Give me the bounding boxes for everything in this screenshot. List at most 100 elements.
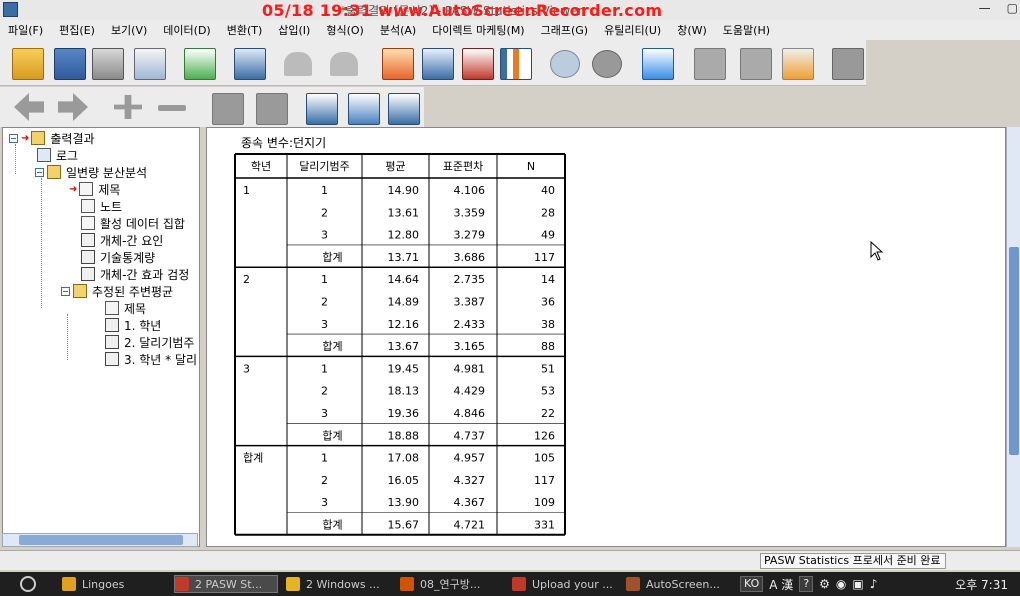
demote-arrow-right-icon[interactable] xyxy=(58,93,88,121)
outline-node-grade-by-run[interactable]: 3. 학년 * 달리 xyxy=(105,351,197,367)
print-preview-icon[interactable] xyxy=(134,48,166,80)
collapse-node-icon[interactable] xyxy=(35,167,44,177)
menu-item[interactable]: 도움말(H) xyxy=(715,22,778,38)
menu-item[interactable]: 삽입(I) xyxy=(270,22,318,38)
taskbar-item[interactable]: 2 PASW St... xyxy=(174,575,278,593)
language-indicator[interactable]: KO xyxy=(740,576,764,592)
scroll-thumb[interactable] xyxy=(1009,247,1019,455)
ime-indicator[interactable]: A 漢 xyxy=(769,576,793,593)
app-icon[interactable] xyxy=(3,2,18,17)
dependent-variable-label: 종속 변수:던지기 xyxy=(241,136,327,150)
taskbar-item[interactable]: 2 Windows ... xyxy=(286,575,390,593)
outline-horizontal-scrollbar[interactable] xyxy=(2,533,198,547)
save-icon[interactable] xyxy=(54,48,86,80)
print-icon[interactable] xyxy=(92,48,124,80)
content-vertical-scrollbar[interactable] xyxy=(1006,127,1020,547)
menu-item[interactable]: 다이렉트 마케팅(M) xyxy=(424,22,532,38)
row-group-label: 2 xyxy=(243,273,250,286)
taskbar-item[interactable]: Upload your ... xyxy=(512,575,616,593)
table-icon xyxy=(105,352,119,366)
settings-icon[interactable]: ⚙ xyxy=(819,577,830,591)
outline-toolbar xyxy=(0,87,424,127)
outline-node-log[interactable]: 로그 xyxy=(37,147,78,163)
clock[interactable]: 오후 7:31 xyxy=(955,576,1008,593)
variables-icon[interactable] xyxy=(462,48,494,80)
outline-node-estimated-means[interactable]: 추정된 주변평균 xyxy=(61,283,173,299)
menu-item[interactable]: 분석(A) xyxy=(372,22,424,38)
menu-item[interactable]: 편집(E) xyxy=(51,22,103,38)
outline-node-grade[interactable]: 1. 학년 xyxy=(105,317,161,333)
menu-item[interactable]: 형식(O) xyxy=(318,22,371,38)
outline-node-between-effects[interactable]: 개체-간 효과 검정 xyxy=(81,266,189,282)
use-variable-sets-icon[interactable] xyxy=(550,50,580,78)
network-icon[interactable]: ▣ xyxy=(852,577,863,591)
outline-label: 로그 xyxy=(56,148,79,163)
collapse-minus-icon[interactable] xyxy=(158,105,186,111)
menu-item[interactable]: 그래프(G) xyxy=(533,22,596,38)
outline-node-output[interactable]: ➜ 출력결과 xyxy=(9,130,95,146)
insert-title-outline-icon[interactable] xyxy=(348,93,380,125)
notes-icon xyxy=(81,199,95,213)
start-button[interactable] xyxy=(20,576,36,592)
outline-label: 일변량 분산분석 xyxy=(66,165,148,180)
outline-pane[interactable]: ➜ 출력결과 로그 일변량 분산분석 ➜ 제목 노트 활성 데이터 집합 개체-… xyxy=(2,127,200,547)
outline-node-descriptives[interactable]: 기술통계량 xyxy=(81,249,155,265)
menu-item[interactable]: 보기(V) xyxy=(103,22,155,38)
open-icon[interactable] xyxy=(12,48,44,80)
outline-node-notes[interactable]: 노트 xyxy=(81,198,122,214)
n-cell: 36 xyxy=(541,296,555,309)
designate-window-icon[interactable] xyxy=(832,48,864,80)
insert-heading-outline-icon[interactable] xyxy=(306,93,338,125)
goto-case-icon[interactable] xyxy=(382,48,414,80)
collapse-node-icon[interactable] xyxy=(9,133,18,143)
n-cell: 117 xyxy=(534,474,555,487)
taskbar-item-label: 08_연구방... xyxy=(420,578,481,591)
menu-item[interactable]: 변환(T) xyxy=(219,22,271,38)
status-text: PASW Statistics 프로세서 준비 완료 xyxy=(760,553,946,569)
n-cell: 331 xyxy=(534,519,555,532)
outline-node-means-title[interactable]: 제목 xyxy=(105,300,146,316)
taskbar-item[interactable]: AutoScreen... xyxy=(626,575,730,593)
undo-icon[interactable] xyxy=(284,52,312,76)
maximize-icon[interactable]: ▢ xyxy=(1007,1,1018,15)
taskbar-item[interactable]: Lingoes xyxy=(62,575,162,593)
export-icon[interactable] xyxy=(184,48,216,80)
outline-node-active-dataset[interactable]: 활성 데이터 집합 xyxy=(81,215,185,231)
expand-plus-icon[interactable] xyxy=(114,95,142,119)
app-icon xyxy=(62,577,76,591)
recall-dialog-icon[interactable] xyxy=(234,48,266,80)
help-icon[interactable]: ? xyxy=(799,576,814,592)
taskbar-item[interactable]: 08_연구방... xyxy=(400,575,504,593)
menu-item[interactable]: 파일(F) xyxy=(0,22,51,38)
output-content-pane[interactable]: 종속 변수:던지기 학년 달리기범주 평균 표준편차 N 1 1 14.90 4.106 40 2 1… xyxy=(206,127,1006,547)
menu-item[interactable]: 창(W) xyxy=(669,22,715,38)
collapse-node-icon[interactable] xyxy=(61,286,70,296)
descriptive-statistics-table[interactable]: 학년 달리기범주 평균 표준편차 N 1 1 14.90 4.106 40 2 13.61 3.359 2… xyxy=(233,152,573,536)
hide-icon[interactable] xyxy=(256,93,288,125)
minimize-icon[interactable]: — xyxy=(979,1,991,15)
volume-icon[interactable]: ♪ xyxy=(870,577,878,591)
promote-arrow-left-icon[interactable] xyxy=(14,93,44,121)
show-all-variables-icon[interactable] xyxy=(592,50,622,78)
insert-heading-icon[interactable] xyxy=(694,48,726,80)
outline-node-univariate[interactable]: 일변량 분산분석 xyxy=(35,164,147,180)
insert-title-icon[interactable] xyxy=(740,48,772,80)
mean-cell: 16.05 xyxy=(388,474,420,487)
record-icon[interactable]: ◉ xyxy=(836,577,846,591)
pivot-table-icon[interactable] xyxy=(500,48,532,80)
redo-icon[interactable] xyxy=(330,52,358,76)
outline-node-title[interactable]: ➜ 제목 xyxy=(69,181,120,197)
sd-cell: 3.387 xyxy=(454,296,486,309)
menu-item[interactable]: 유틸리티(U) xyxy=(596,22,669,38)
sd-cell: 4.327 xyxy=(454,474,486,487)
show-icon[interactable] xyxy=(212,93,244,125)
outline-node-between-factors[interactable]: 개체-간 요인 xyxy=(81,232,163,248)
spelling-icon[interactable] xyxy=(642,48,674,80)
script-icon[interactable] xyxy=(782,48,814,80)
insert-text-icon[interactable] xyxy=(388,93,420,125)
menu-item[interactable]: 데이터(D) xyxy=(155,22,218,38)
scroll-thumb[interactable] xyxy=(19,535,183,545)
sd-cell: 4.367 xyxy=(454,496,486,509)
goto-variable-icon[interactable] xyxy=(422,48,454,80)
outline-node-run-category[interactable]: 2. 달리기범주 xyxy=(105,334,194,350)
